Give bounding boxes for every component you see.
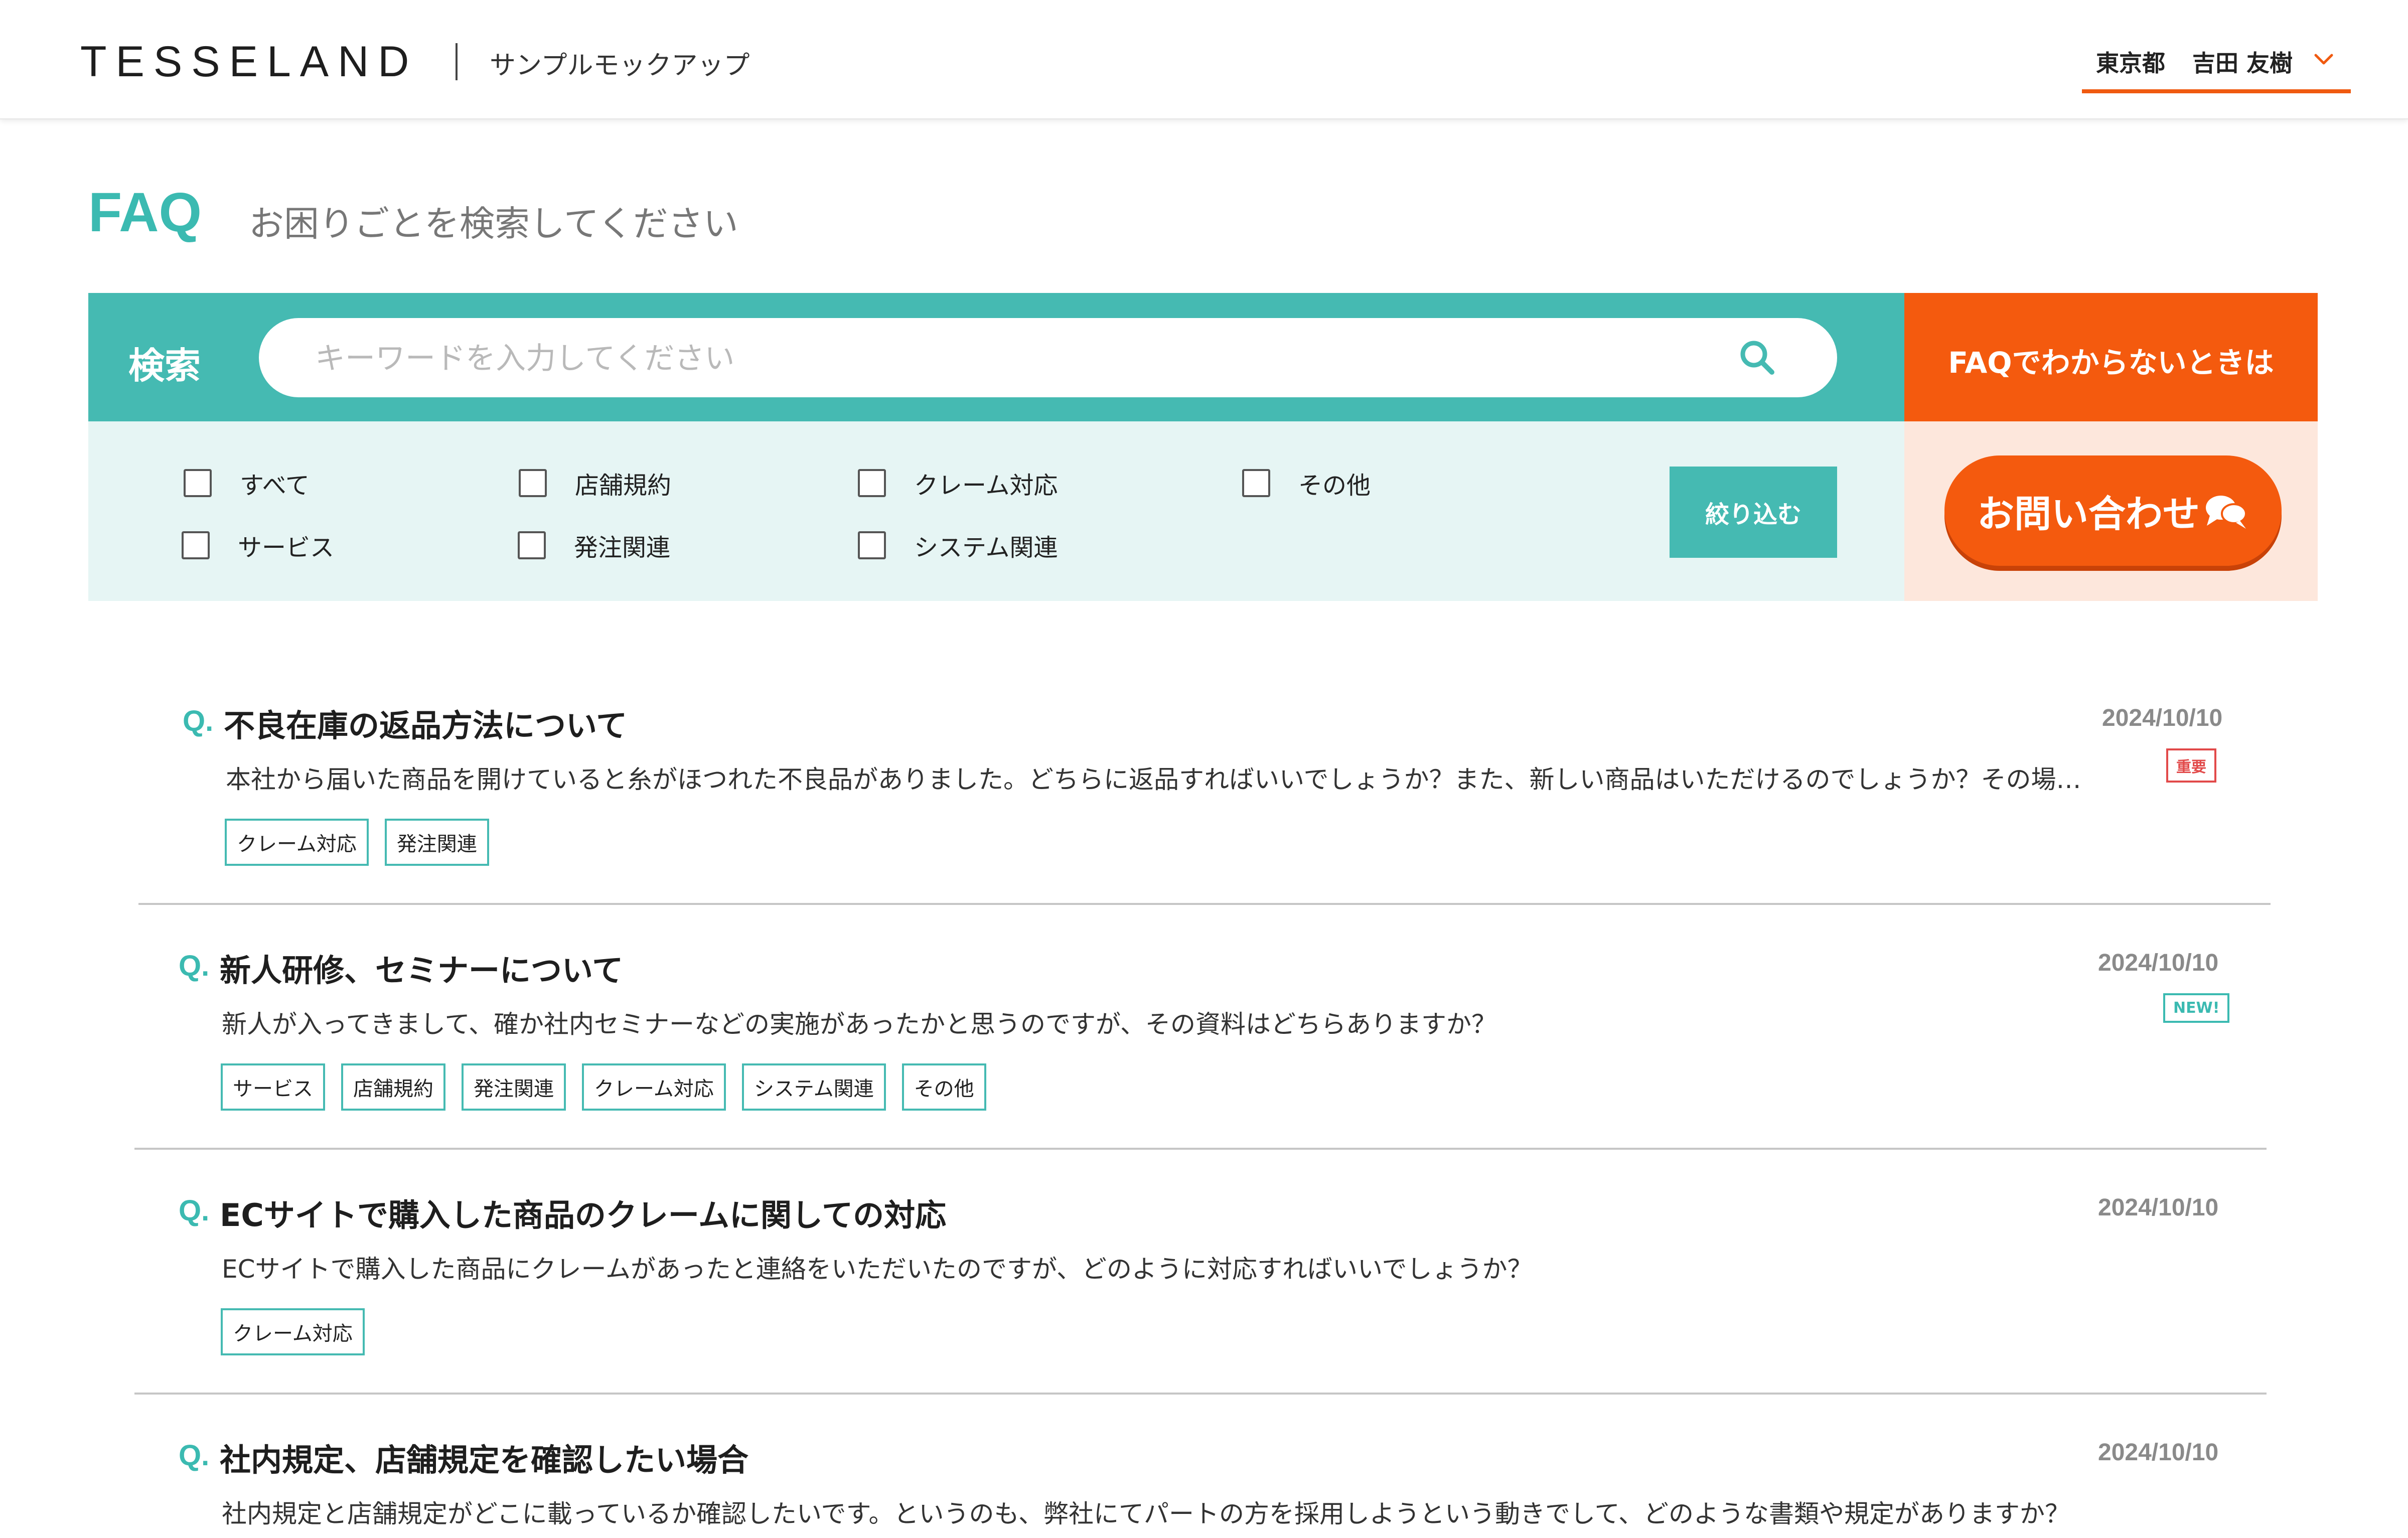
filter-store-rules[interactable]: 店舗規約 [519, 466, 671, 501]
chat-bubbles-icon [2206, 496, 2247, 529]
divider [134, 1393, 2267, 1395]
user-name: 吉田 友樹 [2192, 50, 2293, 77]
tag[interactable]: 発注関連 [384, 819, 489, 866]
checkbox[interactable] [1242, 469, 1270, 497]
filter-other[interactable]: その他 [1242, 466, 1371, 501]
checkbox[interactable] [858, 531, 886, 559]
tag[interactable]: サービス [221, 1063, 325, 1111]
faq-excerpt: ECサイトで購入した商品にクレームがあったと連絡をいただいたのですが、どのように… [222, 1255, 1533, 1284]
filter-label: 発注関連 [574, 534, 671, 562]
tag[interactable]: システム関連 [741, 1063, 886, 1111]
faq-excerpt: 新人が入ってきまして、確か社内セミナーなどの実施があったかと思うのですが、その資… [222, 1010, 1496, 1039]
filter-system[interactable]: システム関連 [858, 528, 1058, 563]
nofaq-label: FAQでわからないときは [1948, 346, 2274, 380]
page-title: FAQ [88, 182, 202, 243]
faq-date: 2024/10/10 [2098, 1439, 2219, 1466]
q-marker: Q. [179, 1194, 210, 1227]
filter-label: クレーム対応 [914, 472, 1058, 500]
contact-button[interactable]: お問い合わせ [1944, 455, 2282, 566]
tag[interactable]: 店舗規約 [341, 1063, 445, 1111]
logo[interactable]: TESSELAND [80, 37, 418, 87]
tag-list: クレーム対応 発注関連 [225, 819, 489, 866]
filter-all[interactable]: すべて [184, 466, 310, 501]
search-bar: 検索 [88, 293, 1904, 421]
user-menu[interactable]: 東京都 吉田 友樹 [2082, 40, 2351, 93]
new-badge: NEW! [2163, 993, 2230, 1023]
checkbox[interactable] [182, 531, 210, 559]
q-marker: Q. [183, 705, 214, 737]
filter-label: サービス [238, 534, 335, 562]
faq-item[interactable]: Q. 新人研修、セミナーについて 2024/10/10 NEW! 新人が入ってき… [134, 945, 2267, 1151]
checkbox[interactable] [518, 531, 546, 559]
logo-divider [456, 43, 458, 80]
tag[interactable]: クレーム対応 [225, 819, 369, 866]
user-prefecture: 東京都 [2096, 50, 2165, 77]
tag[interactable]: その他 [901, 1063, 986, 1111]
search-icon[interactable] [1737, 337, 1777, 377]
faq-date: 2024/10/10 [2098, 950, 2219, 976]
tag-list: サービス 店舗規約 発注関連 クレーム対応 システム関連 その他 [221, 1063, 986, 1111]
divider [138, 903, 2271, 905]
q-marker: Q. [179, 1439, 210, 1472]
checkbox[interactable] [184, 469, 212, 497]
important-badge: 重要 [2166, 748, 2216, 783]
page-subtitle: お困りごとを検索してください [249, 203, 738, 244]
contact-label: お問い合わせ [1977, 492, 2200, 536]
app-header: TESSELAND サンプルモックアップ 東京都 吉田 友樹 [0, 0, 2408, 119]
faq-item[interactable]: Q. 不良在庫の返品方法について 2024/10/10 重要 本社から届いた商品… [138, 700, 2271, 906]
site-subtitle: サンプルモックアップ [490, 51, 750, 81]
filter-service[interactable]: サービス [182, 528, 334, 563]
search-box [259, 318, 1837, 397]
faq-date: 2024/10/10 [2098, 1194, 2219, 1221]
filter-label: その他 [1298, 472, 1371, 500]
apply-filter-button[interactable]: 絞り込む [1670, 467, 1837, 558]
tag[interactable]: クレーム対応 [582, 1063, 726, 1111]
chevron-down-icon[interactable] [2314, 49, 2334, 69]
faq-title[interactable]: 新人研修、セミナーについて [220, 945, 623, 990]
faq-date: 2024/10/10 [2102, 705, 2223, 731]
faq-title[interactable]: ECサイトで購入した商品のクレームに関しての対応 [220, 1190, 946, 1235]
faq-title[interactable]: 不良在庫の返品方法について [224, 700, 627, 745]
checkbox[interactable] [519, 469, 547, 497]
faq-excerpt: 社内規定と店舗規定がどこに載っているか確認したいです。というのも、弊社にてパート… [222, 1499, 2070, 1528]
filter-ordering[interactable]: 発注関連 [518, 528, 670, 563]
tag-list: クレーム対応 [221, 1308, 365, 1355]
tag[interactable]: クレーム対応 [221, 1308, 365, 1355]
q-marker: Q. [179, 950, 210, 982]
faq-title[interactable]: 社内規定、店舗規定を確認したい場合 [220, 1435, 748, 1480]
filter-label: システム関連 [914, 534, 1058, 562]
search-label: 検索 [128, 345, 201, 387]
checkbox[interactable] [858, 469, 886, 497]
nofaq-banner: FAQでわからないときは [1904, 293, 2318, 421]
divider [134, 1148, 2267, 1150]
tag[interactable]: 発注関連 [462, 1063, 566, 1111]
filter-label: すべて [240, 472, 310, 500]
contact-panel: お問い合わせ [1904, 421, 2318, 601]
faq-item[interactable]: Q. 社内規定、店舗規定を確認したい場合 2024/10/10 社内規定と店舗規… [134, 1435, 2267, 1538]
search-input[interactable] [314, 338, 1721, 379]
filter-complaints[interactable]: クレーム対応 [858, 466, 1058, 501]
faq-item[interactable]: Q. ECサイトで購入した商品のクレームに関しての対応 2024/10/10 E… [134, 1190, 2267, 1396]
filter-panel: すべて 店舗規約 クレーム対応 その他 サービス 発注関連 システム関連 絞り込… [88, 421, 1904, 601]
faq-excerpt: 本社から届いた商品を開けていると糸がほつれた不良品がありました。どちらに返品すれ… [226, 765, 2082, 794]
filter-label: 店舗規約 [575, 472, 672, 500]
